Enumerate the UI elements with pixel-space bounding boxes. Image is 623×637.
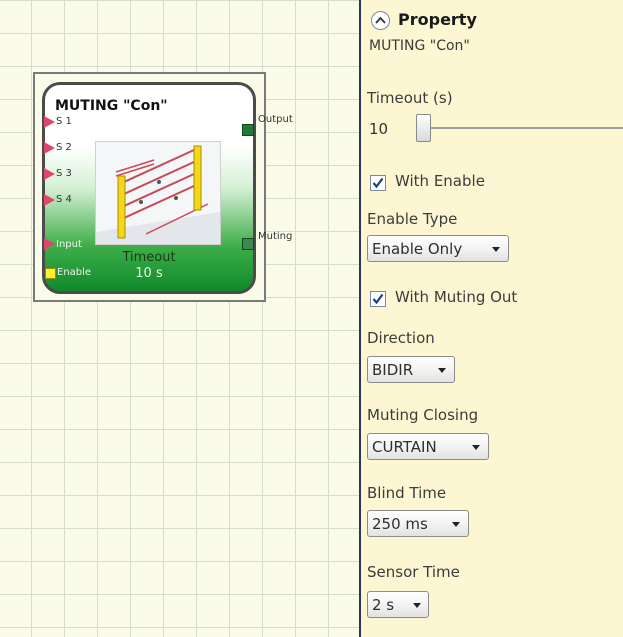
collapse-button[interactable] <box>371 11 390 30</box>
enable-type-value: Enable Only <box>372 240 463 258</box>
with-enable-label: With Enable <box>395 172 485 190</box>
input-pin-s3[interactable] <box>44 168 55 180</box>
timeout-label: Timeout (s) <box>367 89 453 107</box>
enable-pin[interactable] <box>45 268 56 279</box>
direction-label: Direction <box>367 329 435 347</box>
sensor-time-label: Sensor Time <box>367 563 460 581</box>
output-pin-label: Muting <box>258 231 293 242</box>
block-timeout-label: Timeout <box>122 250 176 265</box>
output-pin-output[interactable] <box>242 124 254 136</box>
with-muting-out-checkbox[interactable] <box>370 291 386 307</box>
muting-closing-value: CURTAIN <box>372 438 437 456</box>
chevron-down-icon <box>438 368 446 373</box>
direction-value: BIDIR <box>372 361 414 379</box>
input-pin-label: Input <box>56 239 82 250</box>
input-pin-label: S 2 <box>56 142 72 153</box>
property-panel: Property MUTING "Con" Timeout (s) 10 Wit… <box>361 0 623 637</box>
chevron-down-icon <box>413 603 421 608</box>
blind-time-dropdown[interactable]: 250 ms <box>367 510 469 537</box>
muting-curtain-image <box>95 141 221 245</box>
sensor-time-dropdown[interactable]: 2 s <box>367 591 429 618</box>
blind-time-label: Blind Time <box>367 484 447 502</box>
checkmark-icon <box>372 293 384 305</box>
chevron-down-icon <box>452 522 460 527</box>
chevron-down-icon <box>472 445 480 450</box>
blind-time-value: 250 ms <box>372 515 428 533</box>
checkmark-icon <box>372 177 384 189</box>
panel-title: Property <box>398 10 477 29</box>
enable-type-label: Enable Type <box>367 210 458 228</box>
muting-closing-label: Muting Closing <box>367 406 479 424</box>
enable-type-dropdown[interactable]: Enable Only <box>367 235 509 262</box>
timeout-slider-track[interactable] <box>421 127 623 129</box>
output-pin-label: Output <box>258 114 293 125</box>
chevron-down-icon <box>492 247 500 252</box>
input-pin-label: S 1 <box>56 116 72 127</box>
input-pin-label: S 4 <box>56 194 72 205</box>
sensor-time-value: 2 s <box>372 596 395 614</box>
input-pin-s1[interactable] <box>44 116 55 128</box>
direction-dropdown[interactable]: BIDIR <box>367 356 455 383</box>
muting-block[interactable]: MUTING "Con" Timeout 10 s <box>42 82 256 294</box>
chevron-up-icon <box>375 16 386 24</box>
panel-subtitle: MUTING "Con" <box>369 38 470 54</box>
block-title: MUTING "Con" <box>55 98 168 114</box>
output-pin-muting[interactable] <box>242 238 254 250</box>
with-muting-out-label: With Muting Out <box>395 288 518 306</box>
enable-pin-label: Enable <box>57 267 92 278</box>
input-pin-s4[interactable] <box>44 194 55 206</box>
input-pin-label: S 3 <box>56 168 72 179</box>
timeout-value: 10 <box>369 120 389 138</box>
muting-closing-dropdown[interactable]: CURTAIN <box>367 433 489 460</box>
input-pin-input[interactable] <box>44 238 55 250</box>
input-pin-s2[interactable] <box>44 142 55 154</box>
timeout-slider-thumb[interactable] <box>416 114 431 142</box>
with-enable-checkbox[interactable] <box>370 175 386 191</box>
